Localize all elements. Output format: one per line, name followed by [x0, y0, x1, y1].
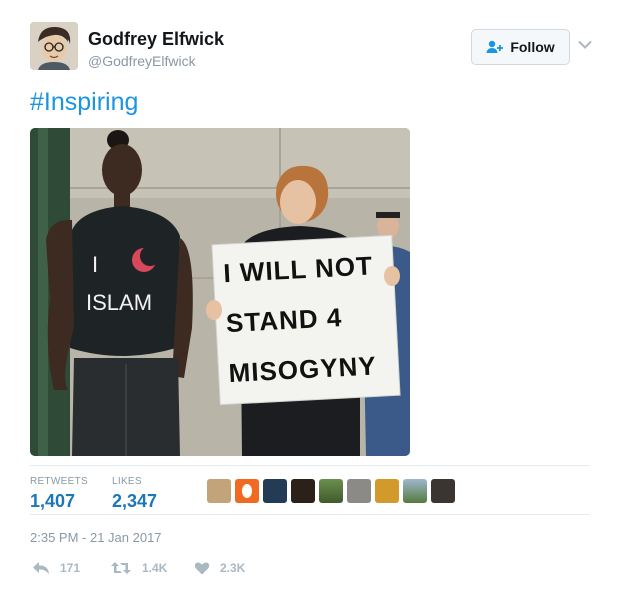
retweet-button[interactable]: 1.4K — [110, 561, 167, 575]
author-avatar[interactable] — [30, 22, 78, 70]
liker-avatar[interactable] — [207, 479, 231, 503]
liker-avatar[interactable] — [319, 479, 343, 503]
liker-avatars — [207, 479, 455, 503]
retweet-count: 1.4K — [142, 561, 168, 575]
shirt-line-1: I — [92, 252, 98, 277]
reply-count: 171 — [60, 561, 81, 575]
retweets-label: RETWEETS — [30, 476, 88, 487]
like-count: 2.3K — [220, 561, 246, 575]
liker-avatar[interactable] — [235, 479, 259, 503]
chevron-down-icon[interactable] — [578, 40, 592, 50]
likes-value: 2,347 — [112, 491, 158, 511]
reply-button[interactable]: 171 — [32, 561, 80, 575]
author-handle[interactable]: @GodfreyElfwick — [88, 53, 196, 69]
liker-avatar[interactable] — [291, 479, 315, 503]
divider-bottom — [30, 514, 590, 515]
liker-avatar[interactable] — [403, 479, 427, 503]
avatar-image — [30, 22, 78, 70]
tweet-timestamp[interactable]: 2:35 PM - 21 Jan 2017 — [30, 530, 162, 545]
retweets-value: 1,407 — [30, 491, 76, 511]
liker-avatar[interactable] — [431, 479, 455, 503]
like-button[interactable]: 2.3K — [194, 561, 245, 575]
author-name[interactable]: Godfrey Elfwick — [88, 29, 224, 50]
divider-top — [30, 465, 590, 466]
photo-image: I ISLAM I WILL NOT STAND 4 MISOGYNY — [30, 128, 410, 456]
follow-button-label: Follow — [510, 39, 555, 55]
add-user-icon — [486, 40, 504, 53]
shirt-line-2: ISLAM — [86, 290, 152, 315]
retweets-stat[interactable]: RETWEETS 1,407 — [30, 476, 88, 512]
liker-avatar[interactable] — [347, 479, 371, 503]
follow-button[interactable]: Follow — [471, 29, 570, 65]
liker-avatar[interactable] — [375, 479, 399, 503]
sign-line-2: STAND 4 — [225, 302, 343, 338]
reply-icon — [33, 562, 49, 574]
retweet-icon — [111, 562, 131, 574]
tweet-hashtag[interactable]: #Inspiring — [30, 88, 138, 117]
likes-label: LIKES — [112, 476, 142, 487]
likes-stat[interactable]: LIKES 2,347 — [112, 476, 157, 512]
tweet-photo[interactable]: I ISLAM I WILL NOT STAND 4 MISOGYNY — [30, 128, 410, 456]
liker-avatar[interactable] — [263, 479, 287, 503]
heart-icon — [194, 562, 210, 575]
